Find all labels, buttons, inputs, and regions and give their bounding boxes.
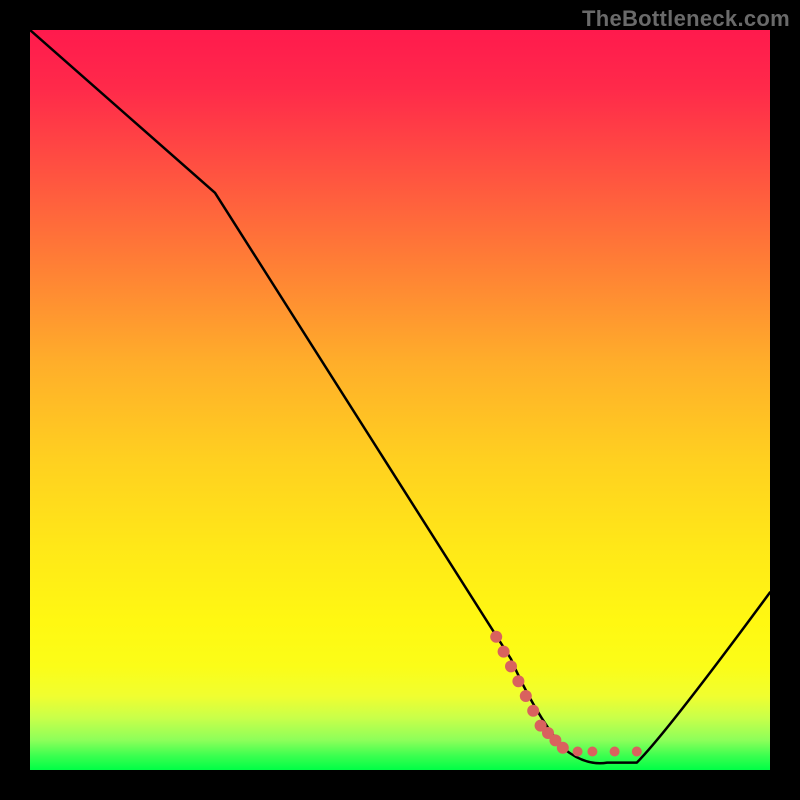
marker-dot <box>520 690 532 702</box>
marker-dot <box>512 675 524 687</box>
curve-path <box>30 30 770 763</box>
marker-dot <box>498 646 510 658</box>
watermark-text: TheBottleneck.com <box>582 6 790 32</box>
marker-dot <box>632 747 642 757</box>
marker-dot <box>505 660 517 672</box>
chart-svg <box>30 30 770 770</box>
marker-dot <box>557 742 569 754</box>
marker-group <box>490 631 642 757</box>
marker-dot <box>573 747 583 757</box>
marker-dot <box>527 705 539 717</box>
plot-area <box>30 30 770 770</box>
marker-dot <box>610 747 620 757</box>
marker-dot <box>490 631 502 643</box>
marker-dot <box>587 747 597 757</box>
